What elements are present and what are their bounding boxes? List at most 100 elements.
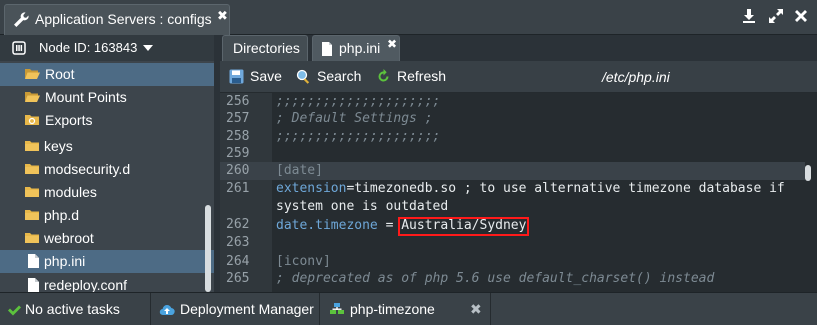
line-text: extension=timezonedb.so ; to use alterna… <box>276 181 785 196</box>
tab-label: php.ini <box>339 40 381 56</box>
save-label: Save <box>250 68 282 84</box>
line-number: 258 <box>226 129 250 144</box>
tree-item-label: redeploy.conf <box>44 277 128 292</box>
refresh-icon <box>378 69 389 82</box>
close-icon[interactable] <box>792 7 810 25</box>
line-number: 265 <box>226 271 250 286</box>
tree-item-modules[interactable]: modules <box>0 181 214 204</box>
tree-item-label: modules <box>44 184 97 200</box>
line-text: ;;;;;;;;;;;;;;;;;;;;; <box>276 129 441 144</box>
line-number: 259 <box>226 146 250 161</box>
folder-icon <box>25 164 39 174</box>
window-tab-close-icon[interactable]: ✖ <box>217 8 228 24</box>
window-title: Application Servers : configs <box>35 11 212 27</box>
window-titlebar: Application Servers : configs ✖ <box>0 0 817 35</box>
deployment-manager-label: Deployment Manager <box>180 301 314 317</box>
code-line-wrapped: system one is outdated <box>220 198 805 216</box>
refresh-button[interactable]: Refresh <box>376 68 446 86</box>
tree-item-root[interactable]: Root <box>0 63 214 86</box>
window-tab[interactable]: Application Servers : configs ✖ <box>4 4 230 35</box>
editor-panel: Directories php.ini ✖ Save Search Refres… <box>220 35 817 292</box>
folder-open-icon <box>25 69 40 79</box>
line-text: ; Default Settings ; <box>276 111 433 126</box>
line-number: 261 <box>226 181 250 196</box>
file-icon <box>28 254 39 268</box>
tree-item-keys[interactable]: keys <box>0 135 214 158</box>
code-line: 256 ;;;;;;;;;;;;;;;;;;;;; <box>220 93 805 111</box>
tab-label: Directories <box>233 40 300 56</box>
line-text: [date] <box>276 163 323 178</box>
deployment-manager-button[interactable]: Deployment Manager <box>151 293 319 325</box>
folder-icon <box>25 187 39 197</box>
tree-item-label: php.ini <box>44 253 86 269</box>
editor-scrollbar[interactable] <box>805 165 811 181</box>
tree-item-label: Root <box>45 66 75 82</box>
tab-php-ini[interactable]: php.ini ✖ <box>312 35 400 61</box>
chevron-down-icon[interactable] <box>143 45 153 51</box>
line-number: 256 <box>226 94 250 109</box>
environment-label: php-timezone <box>350 301 435 317</box>
tree-item-php-d[interactable]: php.d <box>0 204 214 227</box>
line-number: 260 <box>226 163 250 178</box>
search-icon <box>296 69 310 84</box>
search-button[interactable]: Search <box>296 68 366 86</box>
tasks-label: No active tasks <box>25 301 120 317</box>
environment-tab[interactable]: php-timezone <box>320 293 490 325</box>
code-line: 257 ; Default Settings ; <box>220 110 805 128</box>
code-line: 261 extension=timezonedb.so ; to use alt… <box>220 180 805 198</box>
tree-item-webroot[interactable]: webroot <box>0 227 214 250</box>
file-tree-panel: Node ID: 163843 Root Mount Points Export… <box>0 35 214 292</box>
tree-item-label: Exports <box>45 112 93 128</box>
code-line: 264 [iconv] <box>220 253 805 271</box>
environment-icon <box>330 303 344 314</box>
tree-item-label: Mount Points <box>45 89 127 105</box>
environment-close-icon[interactable]: ✖ <box>470 301 482 318</box>
tree-item-modsecurity[interactable]: modsecurity.d <box>0 158 214 181</box>
file-path: /etc/php.ini <box>602 69 670 85</box>
folder-icon <box>25 210 39 220</box>
line-text: system one is outdated <box>276 199 449 214</box>
line-text: ; deprecated as of php 5.6 use default_c… <box>276 271 715 286</box>
status-bar: No active tasks Deployment Manager php-t… <box>0 292 817 325</box>
tree-item-label: modsecurity.d <box>44 161 131 177</box>
tree-item-label: webroot <box>44 230 94 246</box>
editor-tabs: Directories php.ini ✖ <box>220 35 817 61</box>
cloud-upload-icon <box>159 305 175 316</box>
checkmark-icon <box>8 305 21 316</box>
folder-open-icon <box>25 92 40 102</box>
tree-item-php-ini[interactable]: php.ini <box>0 250 214 273</box>
node-id-label: Node ID: 163843 <box>39 40 138 55</box>
tree-item-mount-points[interactable]: Mount Points <box>0 86 214 109</box>
code-line: 258 ;;;;;;;;;;;;;;;;;;;;; <box>220 128 805 146</box>
code-editor[interactable]: 256 ;;;;;;;;;;;;;;;;;;;;; 257 ; Default … <box>220 93 817 292</box>
line-text: ;;;;;;;;;;;;;;;;;;;;; <box>276 94 441 109</box>
config-key: date.timezone <box>276 218 378 233</box>
config-key: extension <box>276 181 347 196</box>
line-number: 263 <box>226 235 250 250</box>
tree-item-exports[interactable]: Exports <box>0 109 214 132</box>
config-value: =timezonedb.so ; to use alternative time… <box>346 181 785 196</box>
folder-icon <box>25 233 39 243</box>
download-icon[interactable] <box>740 7 758 25</box>
search-label: Search <box>317 68 362 84</box>
editor-toolbar: Save Search Refresh /etc/php.ini <box>220 61 817 93</box>
divider <box>490 293 491 325</box>
save-button[interactable]: Save <box>229 68 289 86</box>
line-number: 264 <box>226 254 250 269</box>
line-number: 257 <box>226 111 250 126</box>
code-line-active: 260 [date] <box>220 162 805 180</box>
maximize-icon[interactable] <box>767 7 785 25</box>
tree-scrollbar[interactable] <box>205 205 211 292</box>
line-text: [iconv] <box>276 254 331 269</box>
wrench-icon <box>14 12 29 27</box>
file-icon <box>28 278 39 292</box>
tasks-indicator[interactable]: No active tasks <box>0 293 150 325</box>
tree-item-redeploy-conf[interactable]: redeploy.conf <box>0 274 214 292</box>
tab-directories[interactable]: Directories <box>222 35 308 61</box>
code-line: 263 <box>220 234 805 252</box>
folder-share-icon <box>25 115 39 125</box>
node-selector[interactable]: Node ID: 163843 <box>0 35 214 61</box>
tab-close-icon[interactable]: ✖ <box>387 37 397 51</box>
server-node-icon <box>12 41 26 55</box>
tree-item-label: keys <box>44 138 73 154</box>
